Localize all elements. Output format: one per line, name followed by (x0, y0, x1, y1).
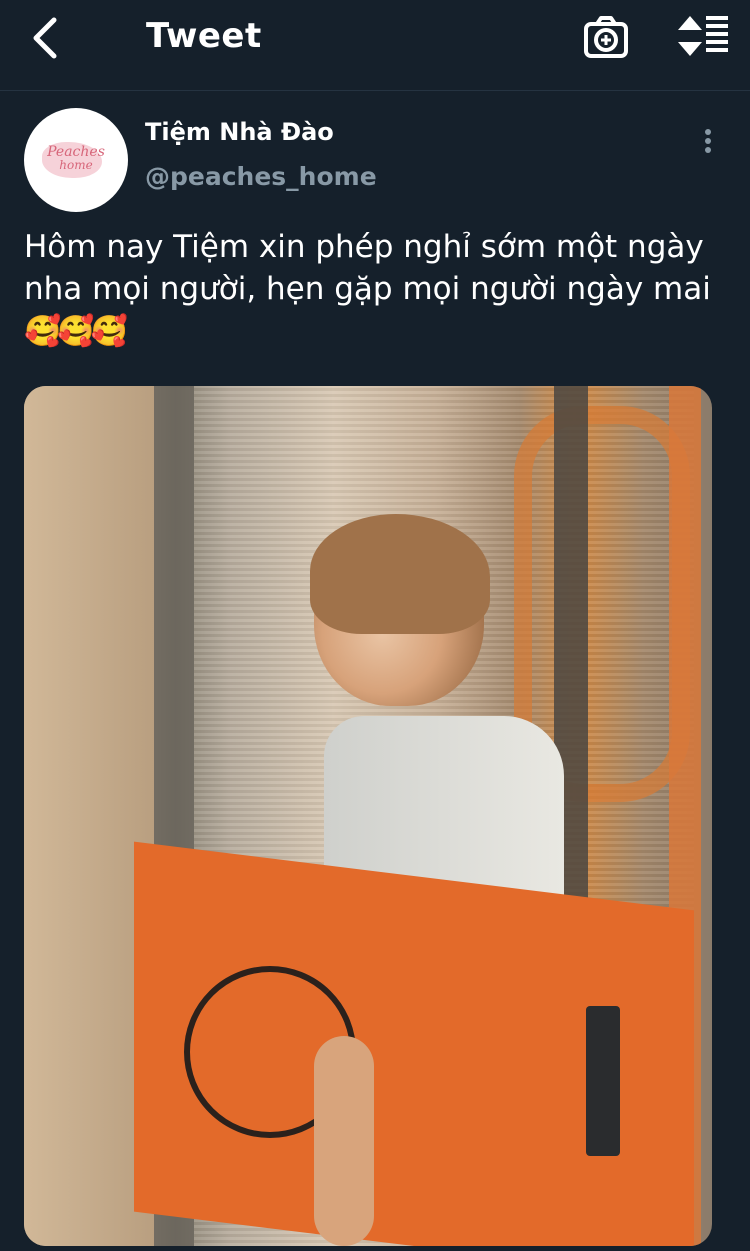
avatar[interactable]: Peaches home (24, 108, 128, 212)
more-vertical-icon (698, 129, 718, 153)
author-name[interactable]: Tiệm Nhà Đào (145, 118, 334, 146)
tweet-media-photo[interactable] (24, 386, 712, 1246)
tweet-body: Hôm nay Tiệm xin phép nghỉ sớm một ngày … (24, 229, 711, 307)
author-handle[interactable]: @peaches_home (145, 162, 377, 191)
more-options-button[interactable] (698, 126, 718, 158)
photo-person-arm (314, 1036, 374, 1246)
top-bar: Tweet (0, 0, 750, 91)
avatar-logo-text-2: home (59, 158, 93, 172)
sort-button[interactable] (676, 14, 730, 58)
camera-button[interactable] (582, 14, 630, 60)
back-button[interactable] (26, 14, 66, 62)
tweet-text: Hôm nay Tiệm xin phép nghỉ sớm một ngày … (24, 226, 724, 353)
emoji-smiling-hearts-icon: 🥰🥰🥰 (24, 314, 128, 349)
sort-list-icon (678, 16, 728, 56)
photo-door-handle (586, 1006, 620, 1156)
chevron-left-icon (33, 17, 57, 59)
photo-person-hair (310, 514, 490, 634)
camera-plus-icon (584, 16, 628, 58)
page-title: Tweet (146, 16, 262, 56)
